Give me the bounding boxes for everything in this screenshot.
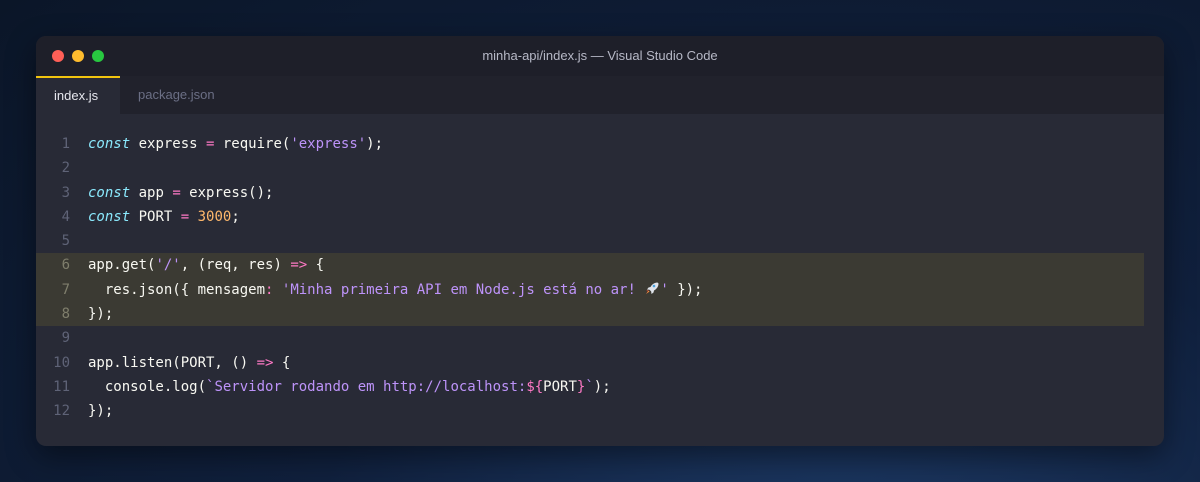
code-line: 3 const app = express(); [36,181,1144,205]
line-number: 12 [53,403,70,420]
code-line-highlighted: 8 }); [36,302,1144,327]
code-editor[interactable]: 1 const express = require('express'); 2 … [36,114,1164,424]
line-number: 7 [61,281,70,298]
code-line: 2 [36,156,1144,180]
line-number: 11 [53,378,70,395]
rocket-icon [646,282,659,294]
code-line: 1 const express = require('express'); [36,132,1144,156]
line-number: 5 [61,233,70,250]
code-line: 12 }); [36,399,1144,423]
code-line: 10 app.listen(PORT, () => { [36,351,1144,375]
line-number: 6 [61,257,70,274]
line-number: 9 [61,330,70,347]
line-number: 4 [61,208,70,225]
tab-index-js[interactable]: index.js [36,76,120,114]
line-number: 8 [61,306,70,323]
window-title: minha-api/index.js — Visual Studio Code [482,48,718,63]
code-line: 9 [36,326,1144,350]
line-number: 3 [61,184,70,201]
tab-bar: index.js package.json [36,76,1164,114]
editor-window: minha-api/index.js — Visual Studio Code … [36,36,1164,446]
title-bar: minha-api/index.js — Visual Studio Code [36,36,1164,76]
code-line: 5 [36,229,1144,253]
line-number: 2 [61,160,70,177]
line-number: 10 [53,354,70,371]
tab-package-json[interactable]: package.json [120,76,233,114]
code-line-highlighted: 7 res.json({ mensagem: 'Minha primeira A… [36,277,1144,303]
line-number: 1 [61,136,70,152]
code-line: 11 console.log(`Servidor rodando em http… [36,375,1144,399]
code-line-highlighted: 6 app.get('/', (req, res) => { [36,253,1144,278]
code-line: 4 const PORT = 3000; [36,205,1144,229]
